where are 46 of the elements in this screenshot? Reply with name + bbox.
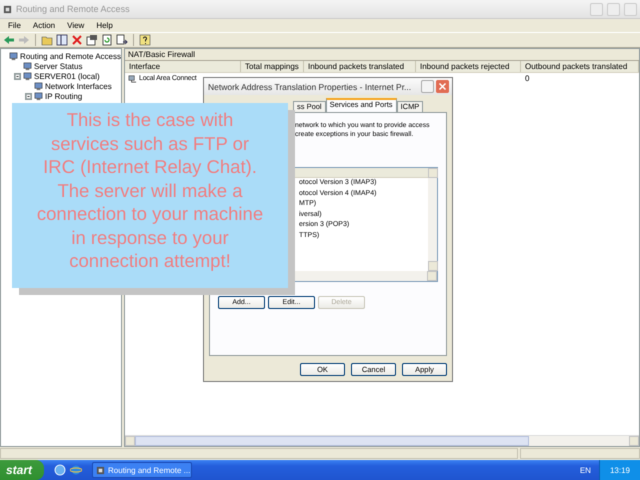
computer-icon [9, 52, 18, 60]
tree-item[interactable]: Network Interfaces [45, 82, 112, 90]
app-icon [3, 4, 12, 14]
help-button[interactable] [421, 80, 434, 93]
callout-text: This is the case with services such as FTP or IRC (Internet Relay Chat). The server will make a connection to your machine in response to your connection attempt! [12, 103, 288, 288]
tree-item[interactable]: Routing and Remote Access [20, 52, 121, 60]
globe-icon[interactable] [54, 464, 66, 476]
collapse-toggle[interactable] [14, 72, 21, 80]
tree-item[interactable]: SERVER01 (local) [34, 72, 100, 80]
table-cell-text: 0 [524, 74, 530, 83]
language-indicator[interactable]: EN [572, 466, 599, 474]
server-icon [34, 82, 43, 90]
back-arrow-icon[interactable] [3, 34, 15, 46]
start-button[interactable]: start [0, 460, 44, 480]
forward-arrow-icon[interactable] [18, 34, 30, 46]
properties-icon[interactable] [86, 34, 98, 46]
network-icon [128, 74, 137, 83]
column-header[interactable]: Interface [125, 61, 241, 72]
delete-icon[interactable] [71, 34, 83, 46]
app-icon [96, 466, 106, 474]
dialog-title: Network Address Translation Properties - Internet Pr... [208, 82, 412, 92]
help-icon[interactable] [139, 34, 151, 46]
panel-title: NAT/Basic Firewall [125, 49, 639, 61]
menu-item[interactable]: View [61, 21, 90, 30]
collapse-toggle[interactable] [25, 92, 32, 100]
server-icon [23, 62, 32, 70]
menu-item[interactable]: Help [90, 21, 119, 30]
panel-icon[interactable] [56, 34, 68, 46]
column-header[interactable]: Total mappings [241, 61, 304, 72]
menu-item[interactable]: File [2, 21, 27, 30]
column-header[interactable]: Inbound packets rejected [416, 61, 521, 72]
server-icon [34, 92, 43, 100]
server-icon [23, 72, 32, 80]
tree-item[interactable]: IP Routing [45, 92, 82, 100]
tree-item[interactable]: Server Status [34, 62, 82, 70]
refresh-icon[interactable] [101, 34, 113, 46]
scrollbar-thumb[interactable] [135, 436, 529, 446]
close-button[interactable] [436, 80, 449, 93]
export-list-icon[interactable] [116, 34, 128, 46]
window-title: Routing and Remote Access [16, 4, 131, 14]
menu-item[interactable]: Action [26, 21, 62, 30]
clock: 13:19 [610, 466, 630, 474]
column-header[interactable]: Inbound packets translated [304, 61, 416, 72]
taskbar-button[interactable]: Routing and Remote ... [92, 462, 192, 478]
browser-icon[interactable] [70, 464, 82, 476]
column-header[interactable]: Outbound packets translated [521, 61, 639, 72]
